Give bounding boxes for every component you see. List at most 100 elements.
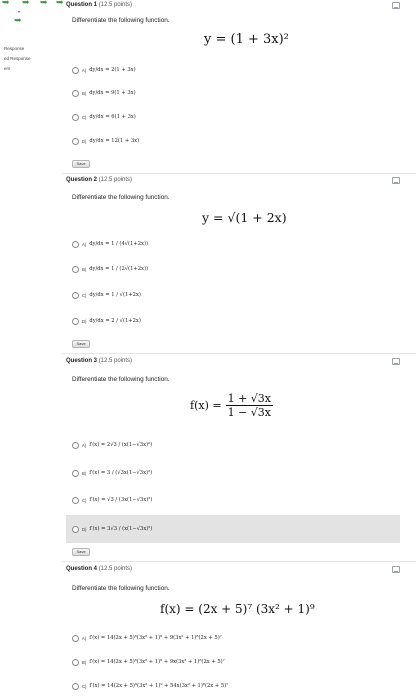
- radio-button[interactable]: [72, 66, 79, 74]
- option-text: dy/dx = 1 / (2√(1+2x)): [89, 266, 148, 272]
- option-text: f′(x) = 14(2x + 5)⁶(3x² + 1)⁹ + 9x(3x² +…: [89, 659, 225, 665]
- equation-fraction: 1 + √3x 1 − √3x: [225, 392, 273, 419]
- flag-icon[interactable]: [392, 2, 400, 9]
- quiz-main: Question 1 (12.5 points) Differentiate t…: [62, 0, 416, 700]
- radio-button[interactable]: [72, 469, 79, 477]
- question-equation: f(x) = (2x + 5)⁷ (3x² + 1)⁹: [160, 602, 315, 616]
- option-text: dy/dx = 2(1 + 3x): [89, 67, 136, 73]
- question-header: Question 3 (12.5 points): [66, 358, 132, 364]
- answer-option[interactable]: C) f′(x) = 14(2x + 5)⁶(3x² + 1)⁹ + 54x(3…: [72, 679, 228, 693]
- option-letter: B): [82, 266, 87, 272]
- radio-button[interactable]: [72, 634, 79, 642]
- flag-icon[interactable]: [392, 177, 400, 184]
- green-arrow-icon[interactable]: ➥: [14, 16, 22, 25]
- option-text: dy/dx = 9(1 + 3x): [89, 90, 136, 96]
- radio-button[interactable]: [72, 291, 79, 299]
- answer-option[interactable]: B) f′(x) = 14(2x + 5)⁶(3x² + 1)⁹ + 9x(3x…: [72, 655, 225, 669]
- option-text: dy/dx = 1 / √(1+2x): [89, 292, 141, 298]
- radio-button[interactable]: [72, 496, 79, 504]
- question-points: (12.5 points): [98, 2, 133, 8]
- green-arrow-icon[interactable]: ➥: [22, 0, 30, 7]
- option-text: f′(x) = 2√3 / (x(1−√3x)²): [89, 442, 153, 448]
- answer-option[interactable]: A) f′(x) = 2√3 / (x(1−√3x)²): [72, 438, 152, 452]
- question-points: (12.5 points): [98, 177, 133, 183]
- option-letter: A): [82, 67, 87, 73]
- answer-option[interactable]: A) dy/dx = 1 / (4√(1+2x)): [72, 237, 148, 251]
- option-letter: A): [82, 442, 87, 448]
- sidebar-label: ers: [4, 66, 11, 71]
- radio-button[interactable]: [72, 658, 79, 666]
- question-title: Question 4: [66, 566, 98, 572]
- option-letter: C): [82, 497, 87, 503]
- save-button[interactable]: Save: [72, 340, 90, 348]
- answer-option[interactable]: B) f′(x) = 3 / (√3x(1−√3x)²): [72, 466, 152, 480]
- question-equation: f(x) = 1 + √3x 1 − √3x: [190, 392, 273, 419]
- save-button[interactable]: Save: [72, 548, 90, 556]
- save-button[interactable]: Save: [72, 160, 90, 168]
- option-text: f′(x) = 14(2x + 5)⁶(3x² + 1)⁹ + 9(3x² + …: [89, 635, 222, 641]
- radio-button[interactable]: [72, 240, 79, 248]
- green-arrow-icon[interactable]: ➥: [2, 0, 10, 7]
- answer-option[interactable]: B) dy/dx = 1 / (2√(1+2x)): [72, 262, 148, 276]
- question-header: Question 2 (12.5 points): [66, 177, 132, 183]
- option-text: dy/dx = 12(1 + 3x): [89, 138, 140, 144]
- option-text: f′(x) = 3√3 / (x(1−√3x)²): [89, 526, 153, 532]
- option-letter: D): [82, 318, 87, 324]
- sidebar-label: ed Response: [4, 56, 31, 61]
- green-arrow-icon[interactable]: ➥: [40, 0, 48, 7]
- divider: [62, 173, 416, 174]
- option-text: f′(x) = 14(2x + 5)⁶(3x² + 1)⁹ + 54x(3x² …: [89, 683, 229, 689]
- radio-button[interactable]: [72, 89, 79, 97]
- option-letter: A): [82, 241, 87, 247]
- radio-button[interactable]: [72, 113, 79, 121]
- question-prompt: Differentiate the following function.: [72, 376, 170, 383]
- option-text: dy/dx = 6(1 + 3x): [89, 114, 136, 120]
- option-letter: B): [82, 470, 87, 476]
- answer-option[interactable]: C) dy/dx = 6(1 + 3x): [72, 110, 136, 124]
- flag-icon[interactable]: [392, 358, 400, 365]
- answer-option[interactable]: D) dy/dx = 12(1 + 3x): [72, 134, 139, 148]
- option-text: dy/dx = 1 / (4√(1+2x)): [89, 241, 148, 247]
- question-points: (12.5 points): [98, 566, 133, 572]
- answer-option[interactable]: A) dy/dx = 2(1 + 3x): [72, 63, 136, 77]
- option-letter: C): [82, 683, 87, 689]
- option-letter: C): [82, 114, 87, 120]
- option-letter: D): [82, 138, 87, 144]
- answer-option[interactable]: C) dy/dx = 1 / √(1+2x): [72, 288, 141, 302]
- answer-option[interactable]: D) dy/dx = 2 / √(1+2x): [72, 314, 141, 328]
- equation-denominator: 1 − √3x: [227, 406, 271, 419]
- flag-icon[interactable]: [392, 566, 400, 573]
- question-header: Question 4 (12.5 points): [66, 566, 132, 572]
- question-prompt: Differentiate the following function.: [72, 194, 170, 201]
- question-header: Question 1 (12.5 points): [66, 2, 132, 8]
- answer-option[interactable]: A) f′(x) = 14(2x + 5)⁶(3x² + 1)⁹ + 9(3x²…: [72, 631, 222, 645]
- sidebar-label: Response: [4, 46, 25, 51]
- question-equation: y = (1 + 3x)²: [204, 32, 289, 47]
- divider: [62, 353, 416, 354]
- question-points: (12.5 points): [98, 358, 133, 364]
- answer-option[interactable]: C) f′(x) = √3 / (3x(1−√3x)²): [72, 493, 152, 507]
- option-letter: B): [82, 659, 87, 665]
- equation-numerator: 1 + √3x: [227, 392, 271, 405]
- question-title: Question 2: [66, 177, 98, 183]
- radio-button[interactable]: [72, 682, 79, 690]
- radio-button[interactable]: [72, 317, 79, 325]
- radio-button[interactable]: [72, 525, 79, 533]
- option-text: f′(x) = √3 / (3x(1−√3x)²): [89, 497, 153, 503]
- question-equation: y = √(1 + 2x): [202, 210, 287, 225]
- option-letter: D): [82, 526, 87, 532]
- option-letter: B): [82, 90, 87, 96]
- option-text: f′(x) = 3 / (√3x(1−√3x)²): [89, 470, 153, 476]
- left-panel: ➥ ➥ ➥ ➥ • ➥ Response ed Response ers: [0, 0, 64, 700]
- radio-button[interactable]: [72, 265, 79, 273]
- question-prompt: Differentiate the following function.: [72, 585, 170, 592]
- question-title: Question 1: [66, 2, 98, 8]
- answer-option-selected[interactable]: D) f′(x) = 3√3 / (x(1−√3x)²): [66, 515, 400, 543]
- radio-button[interactable]: [72, 137, 79, 145]
- radio-button[interactable]: [72, 441, 79, 449]
- question-prompt: Differentiate the following function.: [72, 17, 170, 24]
- option-letter: A): [82, 635, 87, 641]
- answer-option[interactable]: B) dy/dx = 9(1 + 3x): [72, 86, 136, 100]
- question-title: Question 3: [66, 358, 98, 364]
- equation-lhs: f(x) =: [190, 399, 222, 412]
